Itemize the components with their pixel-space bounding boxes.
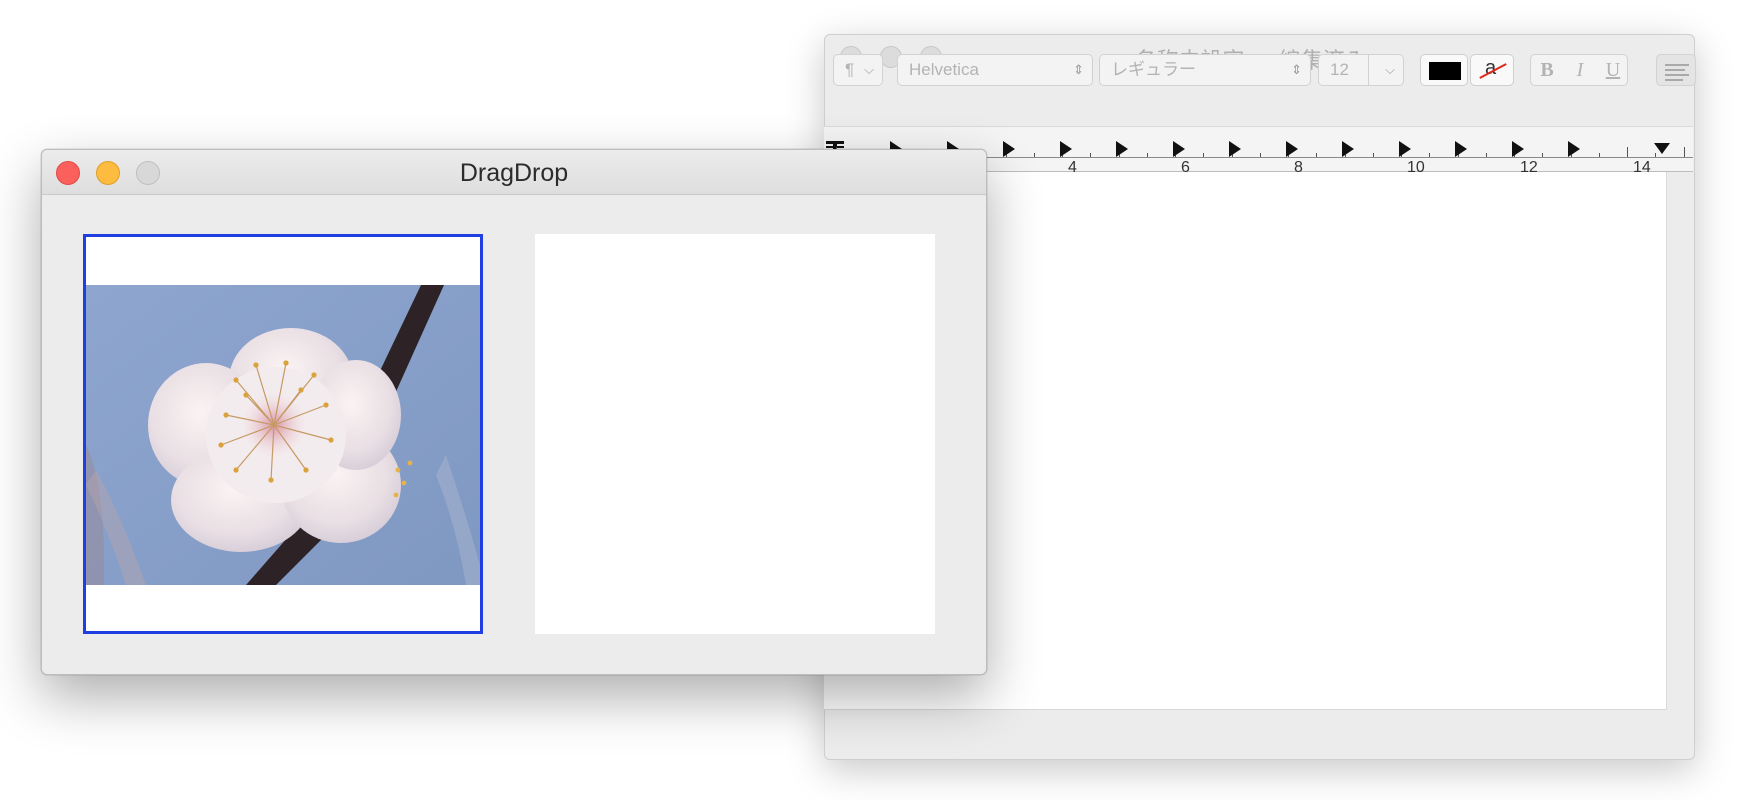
tab-stop-marker[interactable] <box>1455 141 1467 157</box>
ruler-tick <box>1033 153 1035 157</box>
ruler-tick <box>1372 153 1374 157</box>
ruler-tick <box>1203 153 1205 157</box>
tab-stop-marker[interactable] <box>1229 141 1241 157</box>
tab-stop-marker[interactable] <box>1059 141 1072 157</box>
plum-blossom-image <box>86 285 480 585</box>
ruler-tick <box>1429 153 1431 157</box>
ruler-tick <box>1683 147 1685 157</box>
tab-stop-marker[interactable] <box>1285 141 1298 157</box>
tab-stop-marker[interactable] <box>1568 141 1580 157</box>
ruler-tick <box>1542 153 1544 157</box>
tab-stop-marker[interactable] <box>1172 141 1185 157</box>
drop-target-image-well[interactable] <box>535 234 935 634</box>
dragdrop-titlebar[interactable]: DragDrop <box>42 150 986 195</box>
tab-stop-marker[interactable] <box>1511 141 1524 157</box>
ruler-tick <box>1259 153 1261 157</box>
dragdrop-window-title: DragDrop <box>459 159 569 187</box>
ruler-tick <box>1627 147 1628 157</box>
ruler-tick <box>1485 153 1487 157</box>
right-margin-marker[interactable] <box>1654 143 1670 154</box>
tab-stop-marker[interactable] <box>1116 141 1128 157</box>
ruler-tick <box>1598 153 1600 157</box>
dragdrop-window: DragDrop <box>41 149 987 675</box>
source-image-well[interactable] <box>83 234 483 634</box>
ruler-tick <box>1146 153 1148 157</box>
tab-stop-marker[interactable] <box>1003 141 1015 157</box>
tab-stop-marker[interactable] <box>1342 141 1354 157</box>
ruler-tick <box>1090 153 1092 157</box>
plum-blossom-photo[interactable] <box>86 285 480 585</box>
ruler-tick <box>1316 153 1318 157</box>
tab-stop-marker[interactable] <box>1398 141 1411 157</box>
